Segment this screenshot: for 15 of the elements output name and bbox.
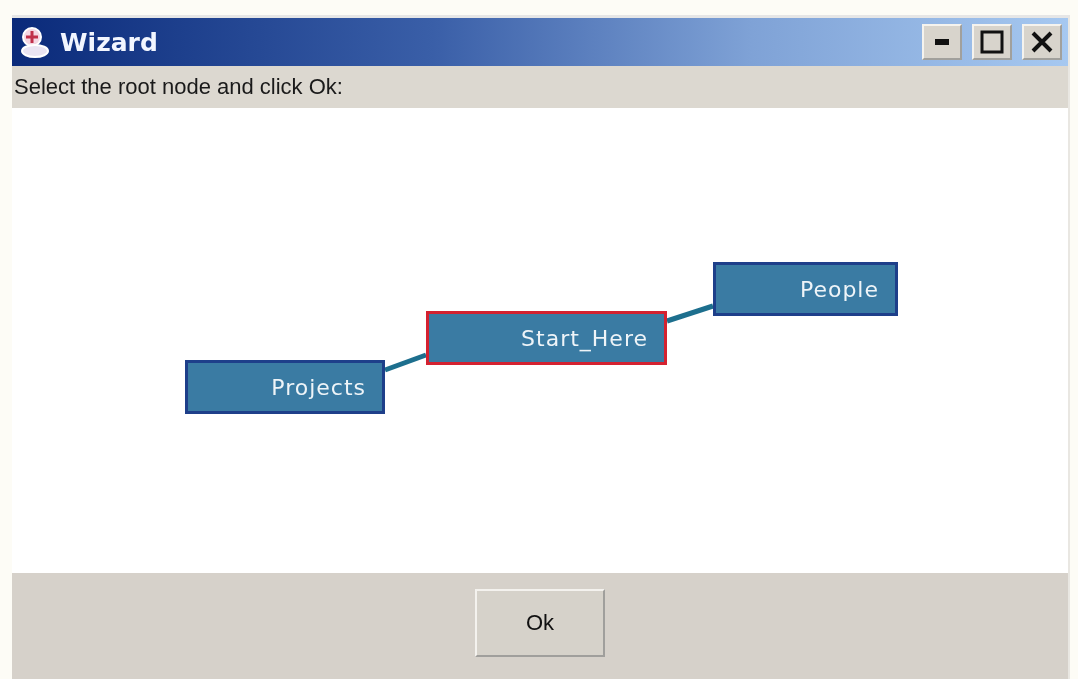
graph-node[interactable]: People (713, 262, 898, 316)
maximize-button[interactable] (972, 24, 1012, 60)
ok-button[interactable]: Ok (475, 589, 605, 657)
instruction-text: Select the root node and click Ok: (14, 74, 343, 100)
close-icon (1031, 31, 1053, 53)
graph-node[interactable]: Start_Here (426, 311, 667, 365)
edge-line (384, 352, 427, 373)
edge-line (666, 303, 714, 324)
maximize-icon (980, 30, 1004, 54)
app-icon (18, 25, 52, 59)
graph-node[interactable]: Projects (185, 360, 385, 414)
close-button[interactable] (1022, 24, 1062, 60)
window-title: Wizard (60, 27, 159, 57)
minimize-icon (935, 39, 949, 45)
minimize-button[interactable] (922, 24, 962, 60)
